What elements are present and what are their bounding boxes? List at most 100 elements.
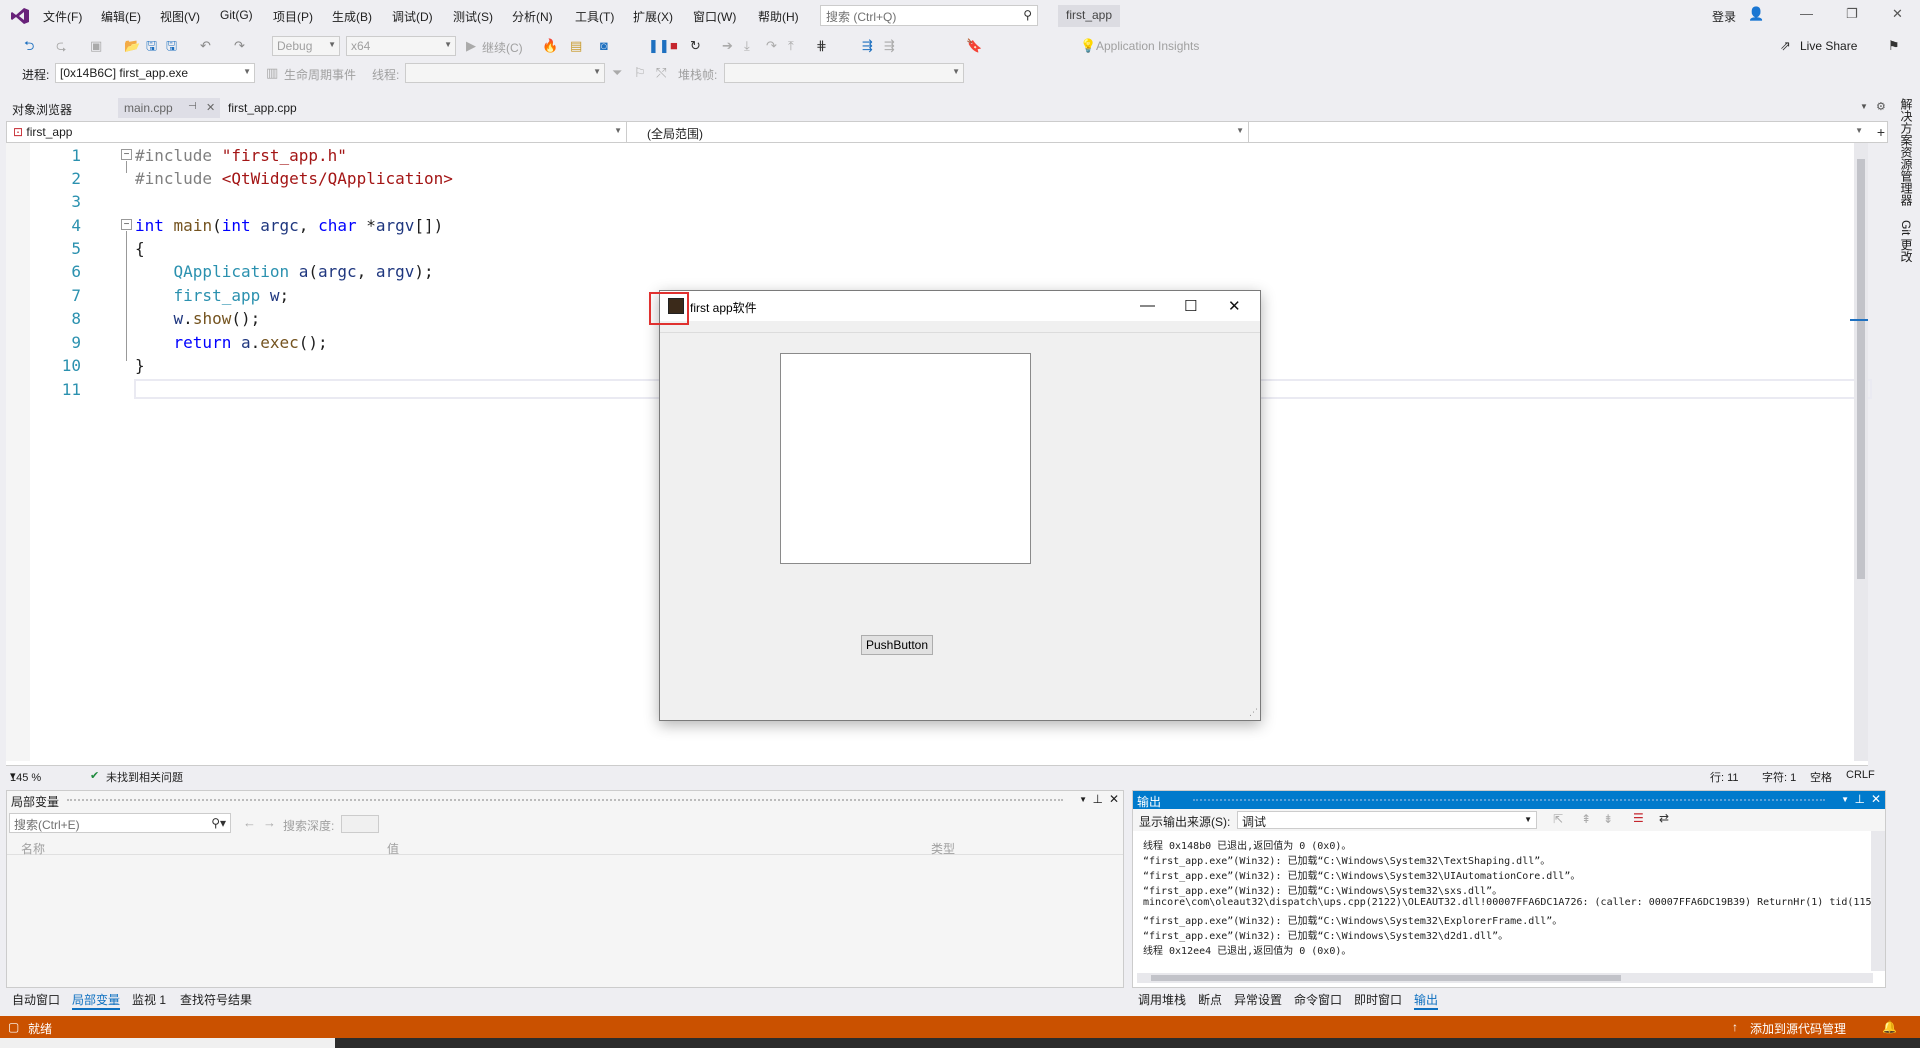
menu-test[interactable]: 测试(S) <box>453 8 493 25</box>
resize-grip-icon[interactable]: ⋰ <box>1249 707 1258 718</box>
bookmark-icon[interactable]: 🔖 <box>966 38 982 54</box>
next-message-icon[interactable]: ⇟ <box>1603 812 1613 826</box>
visual-studio-logo-icon[interactable] <box>10 7 30 25</box>
menu-analyze[interactable]: 分析(N) <box>512 8 553 25</box>
lifecycle-icon[interactable]: ▥ <box>266 65 278 81</box>
step-over-icon[interactable]: ↷ <box>766 38 777 54</box>
undo-icon[interactable]: ↶ <box>200 38 211 54</box>
forward-arrow-icon[interactable]: → <box>263 815 276 830</box>
restart-icon[interactable]: ↻ <box>690 38 701 54</box>
search-depth-combo[interactable] <box>341 815 379 833</box>
notifications-icon[interactable]: 🔔 <box>1882 1020 1897 1034</box>
line-indicator[interactable]: 行: 11 <box>1710 769 1739 785</box>
scope-combo[interactable]: (全局范围) ▼ <box>629 122 1249 142</box>
thread-combo[interactable]: ▼ <box>405 63 605 83</box>
col-value[interactable]: 值 <box>387 840 399 857</box>
output-horizontal-scrollbar[interactable] <box>1137 973 1873 983</box>
zoom-combo[interactable]: 145 % ▾ <box>10 769 41 784</box>
pause-icon[interactable]: ❚❚ <box>648 38 670 54</box>
tab-first-app-cpp[interactable]: first_app.cpp <box>222 98 303 118</box>
menu-tools[interactable]: 工具(T) <box>575 8 614 25</box>
pin-icon[interactable]: ⊥ <box>1093 792 1103 806</box>
login-link[interactable]: 登录 <box>1712 8 1736 25</box>
tab-object-browser[interactable]: 对象浏览器 <box>6 98 78 118</box>
back-arrow-icon[interactable]: ← <box>243 815 256 830</box>
stack-frame-icon[interactable]: ⤲ <box>656 65 666 81</box>
restore-icon[interactable]: ❐ <box>1846 6 1858 22</box>
scrollbar-thumb[interactable] <box>1857 159 1865 579</box>
qt-close-icon[interactable]: ✕ <box>1228 297 1241 315</box>
panel-menu-icon[interactable]: ▼ <box>1079 795 1087 804</box>
flag-threads-icon[interactable]: ⚐ <box>634 65 646 81</box>
minimize-icon[interactable]: — <box>1800 6 1813 21</box>
hot-reload-icon[interactable]: 🔥 <box>542 38 558 54</box>
tab-autos[interactable]: 自动窗口 <box>12 991 60 1008</box>
tab-breakpoints[interactable]: 断点 <box>1198 991 1222 1008</box>
tab-watch-1[interactable]: 监视 1 <box>132 991 166 1008</box>
open-file-icon[interactable]: 📂 <box>124 38 140 54</box>
member-combo[interactable]: ▼ <box>1251 122 1867 142</box>
tab-output[interactable]: 输出 <box>1414 991 1439 1010</box>
tab-immediate-window[interactable]: 即时窗口 <box>1354 991 1402 1008</box>
menu-help[interactable]: 帮助(H) <box>758 8 799 25</box>
menu-debug[interactable]: 调试(D) <box>392 8 433 25</box>
prev-message-icon[interactable]: ⇞ <box>1581 812 1591 826</box>
qt-app-window[interactable]: first app软件 — ☐ ✕ PushButton ⋰ <box>649 290 1261 721</box>
qt-central-widget[interactable] <box>780 353 1031 564</box>
back-icon[interactable]: ⮌ <box>24 38 34 54</box>
col-type[interactable]: 类型 <box>931 840 955 857</box>
save-all-icon[interactable]: 🖫 <box>166 38 177 54</box>
new-project-icon[interactable]: ▣ <box>90 38 102 54</box>
scrollbar-thumb[interactable] <box>1151 975 1621 981</box>
col-name[interactable]: 名称 <box>21 840 45 857</box>
save-icon[interactable]: 🖫 <box>146 38 157 54</box>
step-into-icon[interactable]: ⤓ <box>744 38 750 54</box>
panel-close-icon[interactable]: ✕ <box>1109 792 1119 806</box>
config-combo[interactable]: Debug ▼ <box>272 36 340 56</box>
hex-display-icon[interactable]: ⋕ <box>816 38 827 54</box>
browse-icon[interactable]: ▤ <box>570 38 582 54</box>
add-to-source-control-button[interactable]: 添加到源代码管理 <box>1750 1020 1846 1037</box>
continue-icon[interactable]: ▶ <box>466 38 476 54</box>
menu-project[interactable]: 项目(P) <box>273 8 313 25</box>
pin-icon[interactable]: ⊥ <box>1855 792 1865 806</box>
tab-find-symbol[interactable]: 查找符号结果 <box>180 991 252 1008</box>
split-add-icon[interactable]: + <box>1877 124 1885 140</box>
application-insights-button[interactable]: Application Insights <box>1096 39 1199 53</box>
fold-toggle-icon[interactable]: − <box>121 149 132 160</box>
stack-frame-combo[interactable]: ▼ <box>724 63 964 83</box>
qt-maximize-icon[interactable]: ☐ <box>1184 297 1197 315</box>
redo-icon[interactable]: ↷ <box>234 38 245 54</box>
find-message-icon[interactable]: ⇱ <box>1553 812 1563 826</box>
live-share-button[interactable]: Live Share <box>1800 39 1857 53</box>
platform-combo[interactable]: x64 ▼ <box>346 36 456 56</box>
menu-build[interactable]: 生成(B) <box>332 8 372 25</box>
whitespace-indicator[interactable]: 空格 <box>1810 769 1832 785</box>
line-ending-indicator[interactable]: CRLF <box>1846 769 1875 781</box>
word-wrap-icon[interactable]: ⇄ <box>1659 811 1669 825</box>
insights-icon[interactable]: 💡 <box>1080 38 1096 54</box>
tab-close-icon[interactable]: ✕ <box>206 101 215 114</box>
tab-locals[interactable]: 局部变量 <box>72 991 121 1010</box>
menu-file[interactable]: 文件(F) <box>43 8 82 25</box>
qt-title-bar[interactable]: first app软件 — ☐ ✕ <box>649 291 1260 325</box>
menu-git[interactable]: Git(G) <box>220 8 253 22</box>
tab-main-cpp[interactable]: main.cpp ⊣ ✕ <box>118 98 220 118</box>
process-combo[interactable]: [0x14B6C] first_app.exe ▼ <box>55 63 255 83</box>
pin-icon[interactable]: ⊣ <box>188 101 197 112</box>
tab-list-dropdown-icon[interactable]: ▼ <box>1860 102 1868 111</box>
locals-search-input[interactable]: 搜索(Ctrl+E) ⚲▾ <box>9 813 231 833</box>
tab-call-stack[interactable]: 调用堆栈 <box>1138 991 1186 1008</box>
editor-vertical-scrollbar[interactable] <box>1850 143 1868 761</box>
feedback-icon[interactable]: ⚑ <box>1888 38 1900 54</box>
menu-edit[interactable]: 编辑(E) <box>101 8 141 25</box>
column-indicator[interactable]: 字符: 1 <box>1762 769 1796 785</box>
solution-explorer-tab[interactable]: 解决方案资源管理器 <box>1898 98 1915 206</box>
screenshot-icon[interactable]: ◙ <box>600 38 608 54</box>
git-changes-tab[interactable]: Git 更改 <box>1898 220 1915 263</box>
tab-exception-settings[interactable]: 异常设置 <box>1234 991 1282 1008</box>
clear-all-icon[interactable]: ☰ <box>1633 811 1644 825</box>
account-icon[interactable]: 👤 <box>1748 6 1764 22</box>
show-next-statement-icon[interactable]: ➔ <box>722 38 733 54</box>
continue-button[interactable]: 继续(C) <box>482 39 523 56</box>
